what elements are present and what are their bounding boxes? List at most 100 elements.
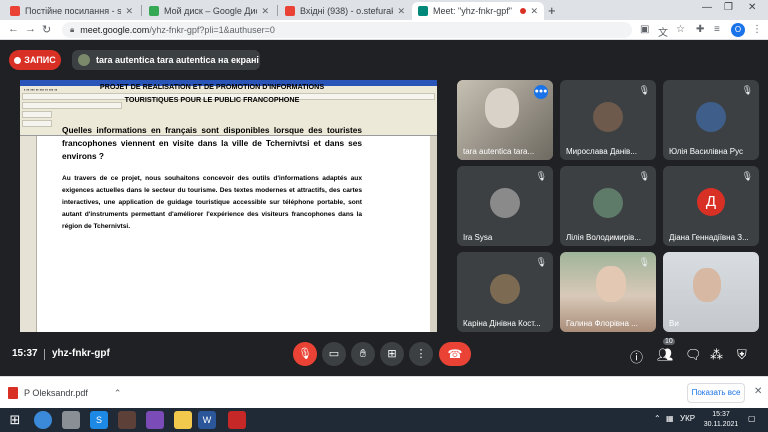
close-icon[interactable]: ✕	[530, 6, 538, 17]
more-vert-icon: ⋮	[415, 348, 427, 360]
mic-off-icon: 🎙︎	[535, 171, 547, 181]
participant-tile[interactable]: 🎙︎ Д Діана Геннадіївна З...	[663, 166, 759, 246]
forward-button[interactable]: →	[25, 23, 36, 35]
close-icon[interactable]: ✕	[261, 6, 269, 17]
drive-icon	[149, 6, 159, 16]
recording-dot-icon	[520, 8, 527, 14]
tab-permalink[interactable]: Постійне посилання - stefurak ✕	[4, 2, 139, 20]
lang-indicator[interactable]: УКР	[680, 414, 695, 423]
network-icon[interactable]: ▦	[666, 414, 674, 423]
tab-divider	[141, 5, 142, 16]
bookmark-star-icon[interactable]: ☆	[676, 24, 685, 35]
url-field[interactable]: 🔒︎ meet.google.com/yhz-fnkr-gpf?pli=1&au…	[62, 22, 632, 38]
hand-icon: ✋︎	[359, 348, 367, 360]
camera-icon[interactable]: ▣	[640, 24, 649, 35]
document-question: Quelles informations en français sont di…	[62, 125, 362, 161]
presenting-chip: tara autentica tara autentica на екрані	[72, 50, 260, 70]
activities-icon: ⁂	[710, 347, 723, 362]
reload-button[interactable]: ↻	[42, 23, 51, 36]
close-icon[interactable]: ✕	[397, 6, 405, 17]
participant-count-badge: 10	[663, 338, 675, 345]
pdf-reader-icon[interactable]	[228, 411, 246, 429]
skype-icon[interactable]: S	[90, 411, 108, 429]
person-silhouette	[485, 88, 519, 128]
avatar	[593, 102, 623, 132]
tab-google-drive[interactable]: Мой диск – Google Диск ✕	[143, 2, 275, 20]
app-icon[interactable]	[62, 411, 80, 429]
tab-inbox[interactable]: Вхідні (938) - o.stefurak@chnu.e ✕	[279, 2, 411, 20]
mic-toggle-button[interactable]: 🎙︎	[293, 342, 317, 366]
menu-kebab-icon[interactable]: ⋮	[752, 24, 762, 35]
viber-icon[interactable]	[146, 411, 164, 429]
minimize-button[interactable]: —	[702, 2, 712, 13]
tab-meet[interactable]: Meet: "yhz-fnkr-gpf" ✕	[412, 2, 544, 20]
present-button[interactable]: ⊞	[380, 342, 404, 366]
more-options-button[interactable]: ⋮	[409, 342, 433, 366]
end-call-button[interactable]: ☎︎	[439, 342, 471, 366]
new-tab-button[interactable]: +	[548, 3, 556, 18]
divider	[44, 349, 45, 360]
translate-icon[interactable]: 文	[658, 24, 668, 39]
people-button[interactable]: 👥︎	[657, 347, 674, 363]
raise-hand-button[interactable]: ✋︎	[351, 342, 375, 366]
meeting-code: yhz-fnkr-gpf	[52, 348, 110, 359]
tray-arrow-icon[interactable]: ⌃	[654, 414, 661, 423]
participant-tile-self[interactable]: Ви	[663, 252, 759, 332]
show-all-button[interactable]: Показать все	[687, 383, 745, 403]
chevron-up-icon[interactable]: ⌃	[114, 388, 122, 399]
avatar	[593, 188, 623, 218]
word-icon[interactable]: W	[198, 411, 216, 429]
close-icon[interactable]: ✕	[125, 6, 133, 17]
mic-off-icon: 🎙︎	[741, 85, 753, 95]
participant-tile[interactable]: 🎙︎ Лілія Володимирів...	[560, 166, 656, 246]
close-window-button[interactable]: ✕	[748, 2, 756, 13]
recording-badge[interactable]: ЗАПИС	[9, 50, 61, 70]
participant-tile[interactable]: 🎙︎ Каріна Дінівна Кост...	[457, 252, 553, 332]
document-body: PROJET DE REALISATION ET DE PROMOTION D'…	[62, 80, 362, 233]
mic-off-icon: 🎙︎	[535, 257, 547, 267]
tab-divider	[277, 5, 278, 16]
shield-lock-icon: ⛨	[737, 347, 747, 362]
app-icon[interactable]	[118, 411, 136, 429]
windows-start-icon[interactable]: ⊞	[6, 411, 24, 429]
windows-taskbar: ⊞ S W ⌃ ▦ УКР 15:37 30.11.2021 ▢	[0, 408, 768, 432]
participant-tile[interactable]: 🎙︎ Ira Sysa	[457, 166, 553, 246]
system-clock[interactable]: 15:37 30.11.2021	[701, 410, 741, 430]
notifications-icon[interactable]: ▢	[748, 414, 756, 423]
pdf-file-icon	[8, 387, 18, 399]
participant-tile[interactable]: 🎙︎ Юлія Василівна Рус	[663, 80, 759, 160]
avatar: Д	[697, 188, 725, 216]
back-button[interactable]: ←	[8, 23, 19, 35]
download-item[interactable]: P Oleksandr.pdf ⌃	[8, 387, 121, 399]
file-explorer-icon[interactable]	[174, 411, 192, 429]
document-title: PROJET DE REALISATION ET DE PROMOTION D'…	[99, 82, 325, 104]
info-button[interactable]: ⓘ	[630, 347, 643, 366]
profile-avatar[interactable]: O	[731, 23, 745, 37]
participant-tile[interactable]: ●●● tara autentica tara...	[457, 80, 553, 160]
word-scrollbar	[430, 136, 437, 332]
info-icon: ⓘ	[630, 350, 644, 365]
download-bar: P Oleksandr.pdf ⌃ Показать все ✕	[0, 376, 768, 408]
person-silhouette	[596, 266, 626, 302]
chrome-app-icon[interactable]	[34, 411, 52, 429]
speaking-indicator-icon: ●●●	[534, 85, 548, 99]
browser-tab-strip: Постійне посилання - stefurak ✕ Мой диск…	[0, 0, 768, 20]
chat-button[interactable]: 🗨︎	[685, 347, 702, 363]
extensions-icon[interactable]: ✚	[696, 24, 704, 35]
word-side-panel	[20, 136, 37, 332]
host-controls-button[interactable]: ⛨	[737, 347, 747, 363]
word-menu-bar: ▪ ▪▪ ▪▪▪ ▪▪ ▪▪▪ ▪▪ ▪▪▪ ▪▪	[24, 87, 58, 92]
participant-tile[interactable]: 🎙︎ Мирослава Данів...	[560, 80, 656, 160]
word-toolbar-row	[22, 120, 52, 127]
activities-button[interactable]: ⁂	[710, 347, 723, 363]
people-icon: 👥︎	[657, 347, 674, 362]
lock-icon: 🔒︎	[70, 25, 75, 34]
gmail-icon	[10, 6, 20, 16]
mic-off-icon: 🎙︎	[638, 257, 650, 267]
close-icon[interactable]: ✕	[754, 386, 762, 397]
camera-toggle-button[interactable]: ▭	[322, 342, 346, 366]
reading-list-icon[interactable]: ≡	[714, 24, 720, 35]
maximize-button[interactable]: ❐	[724, 2, 733, 13]
phone-hangup-icon: ☎︎	[447, 347, 463, 361]
participant-tile[interactable]: 🎙︎ Галина Флорівна ...	[560, 252, 656, 332]
